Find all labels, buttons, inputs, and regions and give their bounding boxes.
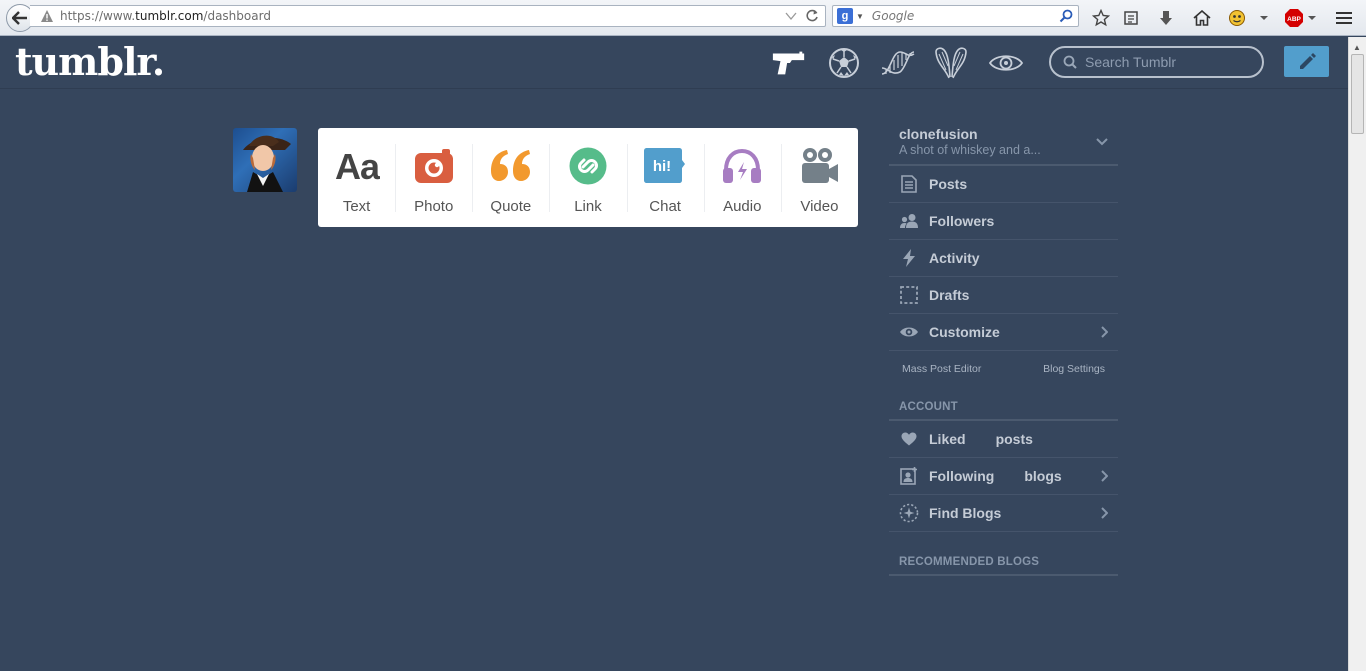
avatar[interactable] <box>233 128 297 192</box>
video-camera-icon <box>799 146 839 186</box>
home-icon[interactable] <box>1190 6 1214 30</box>
google-icon[interactable]: g <box>837 8 853 24</box>
lightning-icon <box>889 249 929 267</box>
sidebar-item-customize[interactable]: Customize <box>889 314 1118 351</box>
post-type-quote[interactable]: Quote <box>472 128 549 227</box>
recommended-blogs-heading: RECOMMENDED BLOGS <box>889 532 1118 576</box>
sidebar-item-label: Customize <box>929 324 1000 340</box>
svg-text:hi!: hi! <box>653 158 671 175</box>
tumblr-header: tumblr. Search Tumblr <box>0 37 1348 89</box>
vertical-scrollbar[interactable]: ▲ <box>1348 37 1366 671</box>
tumblr-search-placeholder: Search Tumblr <box>1085 54 1177 70</box>
sidebar-item-label: Liked posts <box>929 431 1033 447</box>
post-type-bar: Aa Text Photo Quote Link hi! Chat Audio <box>318 128 858 227</box>
back-arrow-icon <box>12 11 27 25</box>
post-type-chat[interactable]: hi! Chat <box>626 128 704 227</box>
post-type-audio[interactable]: Audio <box>703 128 781 227</box>
post-type-label: Text <box>342 198 371 215</box>
extension-face-icon[interactable] <box>1225 6 1249 30</box>
post-type-label: Link <box>574 198 602 215</box>
mass-post-editor-link[interactable]: Mass Post Editor <box>902 363 981 375</box>
chevron-right-icon <box>1101 507 1108 519</box>
sparkle-circle-icon <box>889 503 929 523</box>
sidebar: clonefusion A shot of whiskey and a... P… <box>889 124 1118 576</box>
account-heading: ACCOUNT <box>889 387 1118 421</box>
quote-icon <box>489 146 533 186</box>
chat-icon: hi! <box>644 146 686 186</box>
sidebar-item-label: Drafts <box>929 287 970 303</box>
blog-switcher[interactable]: clonefusion A shot of whiskey and a... <box>889 124 1118 166</box>
post-type-text[interactable]: Aa Text <box>318 128 395 227</box>
heart-icon <box>889 432 929 446</box>
section-heading: ACCOUNT <box>899 401 958 413</box>
reading-list-icon[interactable] <box>1119 6 1143 30</box>
sidebar-item-label: Following blogs <box>929 468 1062 484</box>
browser-search-input[interactable]: g ▼ Google <box>832 5 1079 27</box>
wings-icon[interactable] <box>933 47 969 79</box>
blog-name[interactable]: clonefusion <box>899 124 1118 142</box>
eye-icon <box>889 326 929 338</box>
chevron-right-icon <box>1101 326 1108 338</box>
compose-button[interactable] <box>1284 46 1329 77</box>
svg-text:Aa: Aa <box>335 146 380 186</box>
camera-icon <box>414 146 454 186</box>
dashed-square-icon <box>889 286 929 304</box>
chevron-down-icon[interactable] <box>1096 138 1108 146</box>
post-type-video[interactable]: Video <box>780 128 858 227</box>
section-heading: RECOMMENDED BLOGS <box>899 556 1040 568</box>
headphones-icon <box>722 146 762 186</box>
sidebar-item-liked-posts[interactable]: Liked posts <box>889 421 1118 458</box>
sidebar-item-posts[interactable]: Posts <box>889 166 1118 203</box>
sidebar-item-find-blogs[interactable]: Find Blogs <box>889 495 1118 532</box>
link-icon <box>569 146 607 186</box>
chevron-down-icon[interactable]: ▼ <box>856 12 864 21</box>
dropdown-icon[interactable] <box>785 11 797 21</box>
scroll-up-icon[interactable]: ▲ <box>1353 43 1361 52</box>
search-icon[interactable] <box>1059 9 1073 23</box>
sidebar-item-label: Followers <box>929 213 995 229</box>
dna-icon[interactable] <box>880 47 916 79</box>
scrollbar-thumb[interactable] <box>1351 54 1364 134</box>
blog-settings-link[interactable]: Blog Settings <box>1043 363 1105 375</box>
post-type-label: Chat <box>649 198 681 215</box>
blog-links: Mass Post Editor Blog Settings <box>889 351 1118 387</box>
person-plus-icon <box>889 467 929 485</box>
sidebar-item-drafts[interactable]: Drafts <box>889 277 1118 314</box>
reload-icon[interactable] <box>805 9 819 23</box>
soccer-ball-icon[interactable] <box>826 47 862 79</box>
people-icon <box>889 213 929 229</box>
pistol-icon[interactable] <box>771 47 807 79</box>
post-type-label: Video <box>800 198 839 215</box>
sidebar-item-label: Find Blogs <box>929 505 1002 521</box>
tumblr-logo[interactable]: tumblr. <box>15 39 165 84</box>
sidebar-item-following-blogs[interactable]: Following blogs <box>889 458 1118 495</box>
post-type-photo[interactable]: Photo <box>395 128 472 227</box>
post-type-label: Audio <box>723 198 762 215</box>
warning-icon <box>41 10 53 22</box>
browser-search-placeholder: Google <box>871 9 915 23</box>
post-type-link[interactable]: Link <box>549 128 626 227</box>
browser-toolbar: https://www.tumblr.com/dashboard g ▼ Goo… <box>0 0 1366 36</box>
eye-icon[interactable] <box>988 47 1024 79</box>
pencil-icon <box>1299 52 1316 69</box>
url-text: https://www.tumblr.com/dashboard <box>60 9 271 23</box>
address-bar[interactable]: https://www.tumblr.com/dashboard <box>30 5 826 27</box>
sidebar-item-label: Activity <box>929 250 980 266</box>
bookmark-star-icon[interactable] <box>1089 6 1113 30</box>
document-icon <box>889 175 929 193</box>
chevron-down-icon[interactable] <box>1252 6 1276 30</box>
sidebar-item-followers[interactable]: Followers <box>889 203 1118 240</box>
sidebar-item-label: Posts <box>929 176 968 192</box>
blog-description: A shot of whiskey and a... <box>899 143 1041 157</box>
chevron-right-icon <box>1101 470 1108 482</box>
sidebar-item-activity[interactable]: Activity <box>889 240 1118 277</box>
search-icon <box>1063 55 1077 69</box>
text-icon: Aa <box>334 146 380 186</box>
download-icon[interactable] <box>1154 6 1178 30</box>
post-type-label: Photo <box>414 198 454 215</box>
post-type-label: Quote <box>490 198 532 215</box>
tumblr-search-input[interactable]: Search Tumblr <box>1049 46 1264 78</box>
menu-icon[interactable] <box>1332 6 1356 30</box>
chevron-down-icon[interactable] <box>1300 6 1324 30</box>
